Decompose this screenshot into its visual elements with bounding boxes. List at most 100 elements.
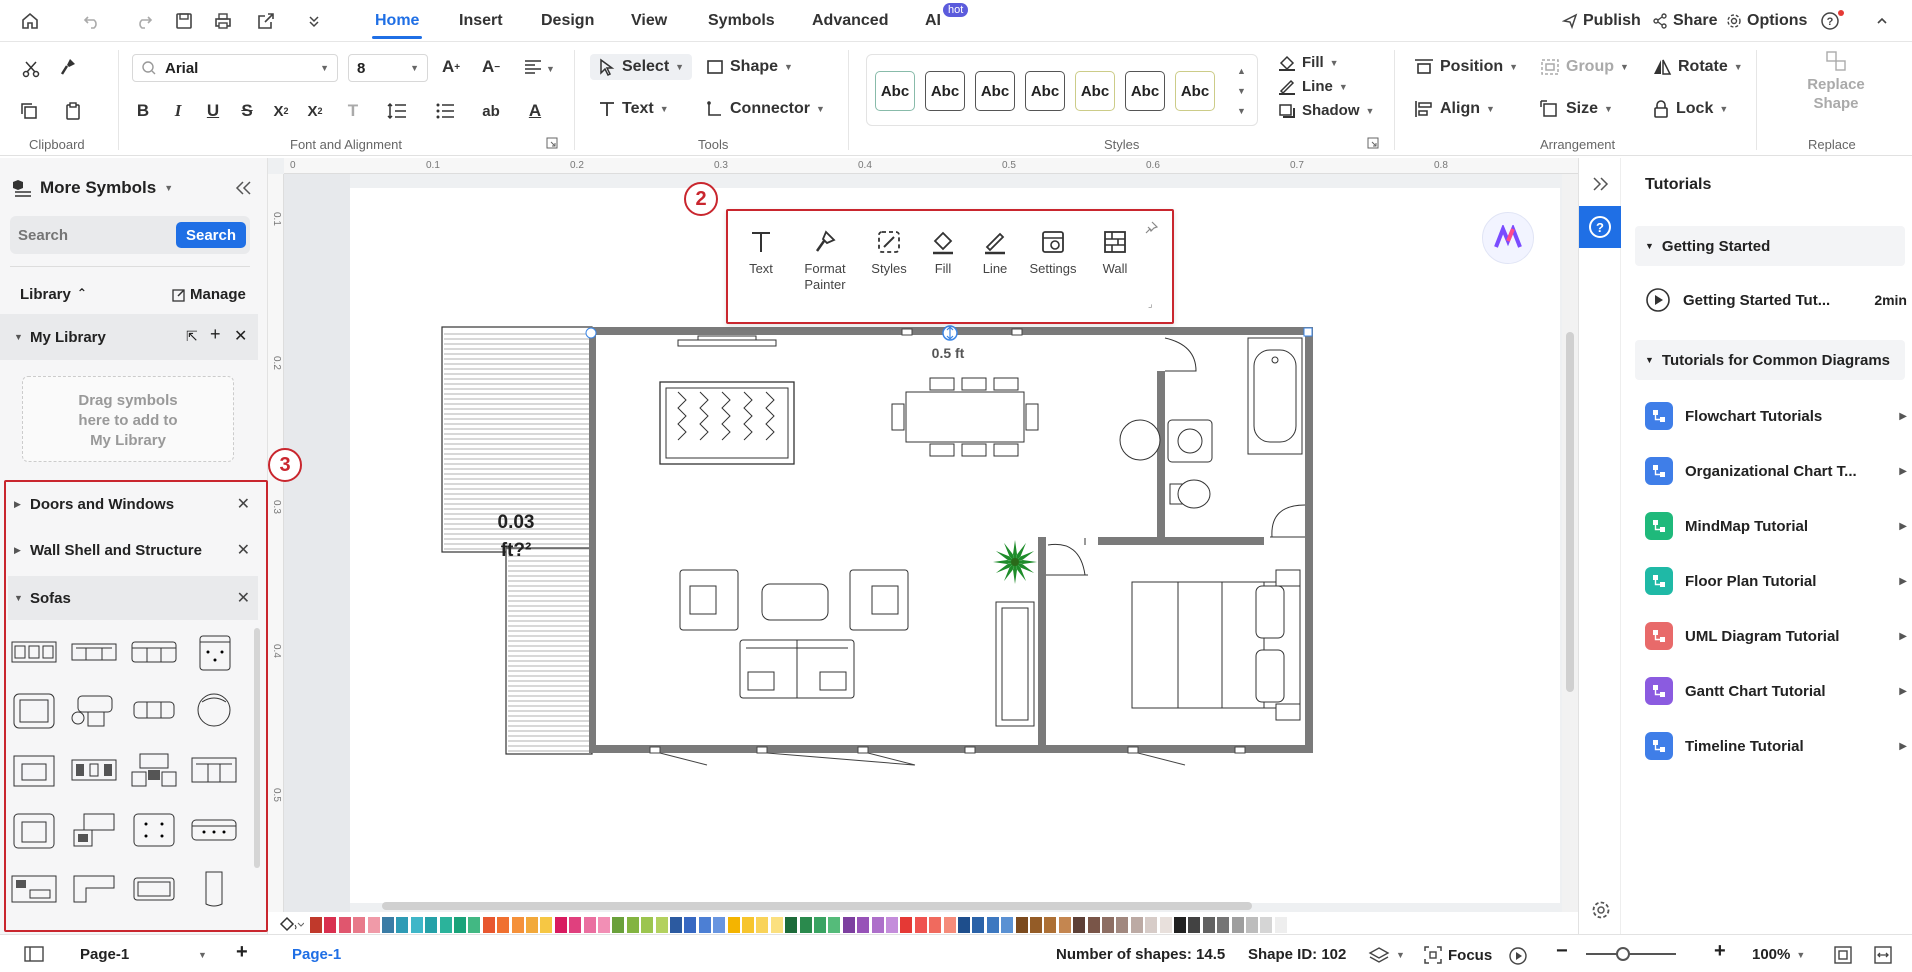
color-swatch[interactable]	[871, 917, 884, 933]
tutorial-item[interactable]: Timeline Tutorial ▶	[1645, 728, 1907, 764]
color-swatch[interactable]	[958, 917, 970, 933]
format-painter-icon[interactable]	[55, 54, 81, 80]
sofa-symbol[interactable]	[190, 690, 238, 730]
fit-page-icon[interactable]	[1834, 946, 1852, 964]
rotate-button[interactable]: Rotate ▼	[1652, 58, 1743, 76]
toolbar-styles-button[interactable]: Styles	[862, 229, 916, 277]
replace-shape-button[interactable]: Replace Shape	[1790, 50, 1882, 113]
sofa-symbol[interactable]	[70, 750, 118, 790]
color-swatch[interactable]	[1130, 917, 1143, 933]
color-swatch[interactable]	[1188, 917, 1201, 933]
text-case-icon[interactable]: ab	[478, 98, 504, 124]
sofa-symbol[interactable]	[130, 810, 178, 850]
sofa-symbol[interactable]	[70, 632, 118, 672]
pin-icon[interactable]	[1144, 221, 1158, 235]
style-swatch[interactable]: Abc	[1175, 71, 1215, 111]
close-icon[interactable]: ✕	[234, 326, 247, 346]
home-icon[interactable]	[18, 9, 42, 33]
color-swatch[interactable]	[1030, 917, 1042, 933]
sofa-symbol[interactable]	[10, 690, 58, 730]
color-swatch[interactable]	[799, 917, 812, 933]
color-swatch[interactable]	[1145, 917, 1158, 933]
color-swatch[interactable]	[929, 917, 942, 933]
color-swatch[interactable]	[396, 917, 409, 933]
export-icon[interactable]	[254, 9, 278, 33]
color-swatch[interactable]	[382, 917, 394, 933]
decrease-font-icon[interactable]: A −	[478, 54, 504, 80]
category-wall-shell[interactable]: ▶ Wall Shell and Structure ✕	[8, 528, 258, 572]
plant[interactable]	[993, 540, 1037, 584]
color-swatch[interactable]	[670, 917, 682, 933]
color-swatch[interactable]	[598, 917, 610, 933]
publish-button[interactable]: Publish	[1562, 12, 1641, 30]
sofa-symbol[interactable]	[190, 632, 238, 672]
font-size-select[interactable]: 8 ▼	[348, 54, 428, 82]
color-swatch[interactable]	[1044, 917, 1057, 933]
color-swatch[interactable]	[914, 917, 927, 933]
getting-started-item[interactable]: Getting Started Tut... 2min	[1645, 282, 1907, 318]
my-library-dropzone[interactable]: Drag symbols here to add to My Library	[22, 376, 234, 462]
toolbar-text-button[interactable]: Text	[734, 229, 788, 277]
style-swatch[interactable]: Abc	[875, 71, 915, 111]
living-room-sofas[interactable]	[679, 569, 909, 699]
sofa-symbol[interactable]	[190, 810, 238, 850]
sofa-symbol[interactable]	[10, 632, 58, 672]
panel-scrollbar[interactable]	[254, 628, 260, 868]
color-swatch[interactable]	[569, 917, 582, 933]
getting-started-header[interactable]: ▼ Getting Started	[1635, 226, 1905, 266]
tab-insert[interactable]: Insert	[459, 12, 503, 30]
gallery-scroll[interactable]: ▲ ▼ ▼	[1237, 61, 1246, 121]
sofa-symbol[interactable]	[130, 750, 178, 790]
color-swatch[interactable]	[828, 917, 841, 933]
color-swatch[interactable]	[324, 917, 337, 933]
options-button[interactable]: Options	[1726, 12, 1807, 30]
color-swatch[interactable]	[1087, 917, 1100, 933]
style-swatch[interactable]: Abc	[1125, 71, 1165, 111]
style-swatch[interactable]: Abc	[1075, 71, 1115, 111]
rug[interactable]	[659, 381, 795, 465]
superscript-icon[interactable]: X2	[268, 98, 294, 124]
color-swatch[interactable]	[1260, 917, 1273, 933]
toolbar-line-button[interactable]: Line	[968, 229, 1022, 277]
ai-assistant-icon[interactable]	[1482, 212, 1534, 264]
color-swatch[interactable]	[310, 917, 322, 933]
color-swatch[interactable]	[814, 917, 826, 933]
shadow-button[interactable]: Shadow ▼	[1278, 102, 1374, 119]
color-swatch[interactable]	[497, 917, 510, 933]
lock-button[interactable]: Lock ▼	[1652, 100, 1728, 118]
help-tab[interactable]: ?	[1579, 206, 1621, 248]
sofa-symbol[interactable]	[70, 810, 118, 850]
color-swatch[interactable]	[1102, 917, 1114, 933]
horizontal-scrollbar-thumb[interactable]	[382, 902, 1252, 910]
color-swatch[interactable]	[454, 917, 466, 933]
tab-home[interactable]: Home	[371, 12, 423, 39]
add-icon[interactable]: +	[210, 324, 221, 345]
fill-button[interactable]: Fill ▼	[1278, 54, 1339, 71]
color-swatch[interactable]	[367, 917, 380, 933]
color-swatch[interactable]	[612, 917, 625, 933]
text-align-icon[interactable]	[520, 54, 546, 80]
style-swatch[interactable]: Abc	[1025, 71, 1065, 111]
close-icon[interactable]: ✕	[237, 588, 250, 608]
tv-unit[interactable]	[677, 335, 777, 347]
color-swatch[interactable]	[770, 917, 783, 933]
add-page-icon[interactable]: +	[236, 941, 248, 964]
style-swatch[interactable]: Abc	[925, 71, 965, 111]
resize-grip-icon[interactable]: ⌟	[1148, 299, 1153, 310]
group-button[interactable]: Group ▼	[1540, 58, 1629, 76]
manage-button[interactable]: Manage	[172, 286, 246, 303]
tab-advanced[interactable]: Advanced	[812, 12, 888, 30]
color-swatch[interactable]	[1058, 917, 1071, 933]
color-swatch[interactable]	[886, 917, 898, 933]
category-doors-windows[interactable]: ▶ Doors and Windows ✕	[8, 482, 258, 526]
zoom-select[interactable]: 100% ▼	[1752, 946, 1805, 963]
color-swatch[interactable]	[655, 917, 668, 933]
shape-tool-button[interactable]: Shape ▼	[706, 58, 793, 76]
bullet-list-icon[interactable]	[432, 98, 458, 124]
color-swatch[interactable]	[1001, 917, 1014, 933]
dining-table[interactable]	[891, 377, 1039, 457]
color-swatch[interactable]	[1174, 917, 1186, 933]
close-icon[interactable]: ✕	[237, 540, 250, 560]
select-tool-button[interactable]: Select ▼	[590, 54, 693, 80]
tutorial-item[interactable]: Flowchart Tutorials ▶	[1645, 398, 1907, 434]
